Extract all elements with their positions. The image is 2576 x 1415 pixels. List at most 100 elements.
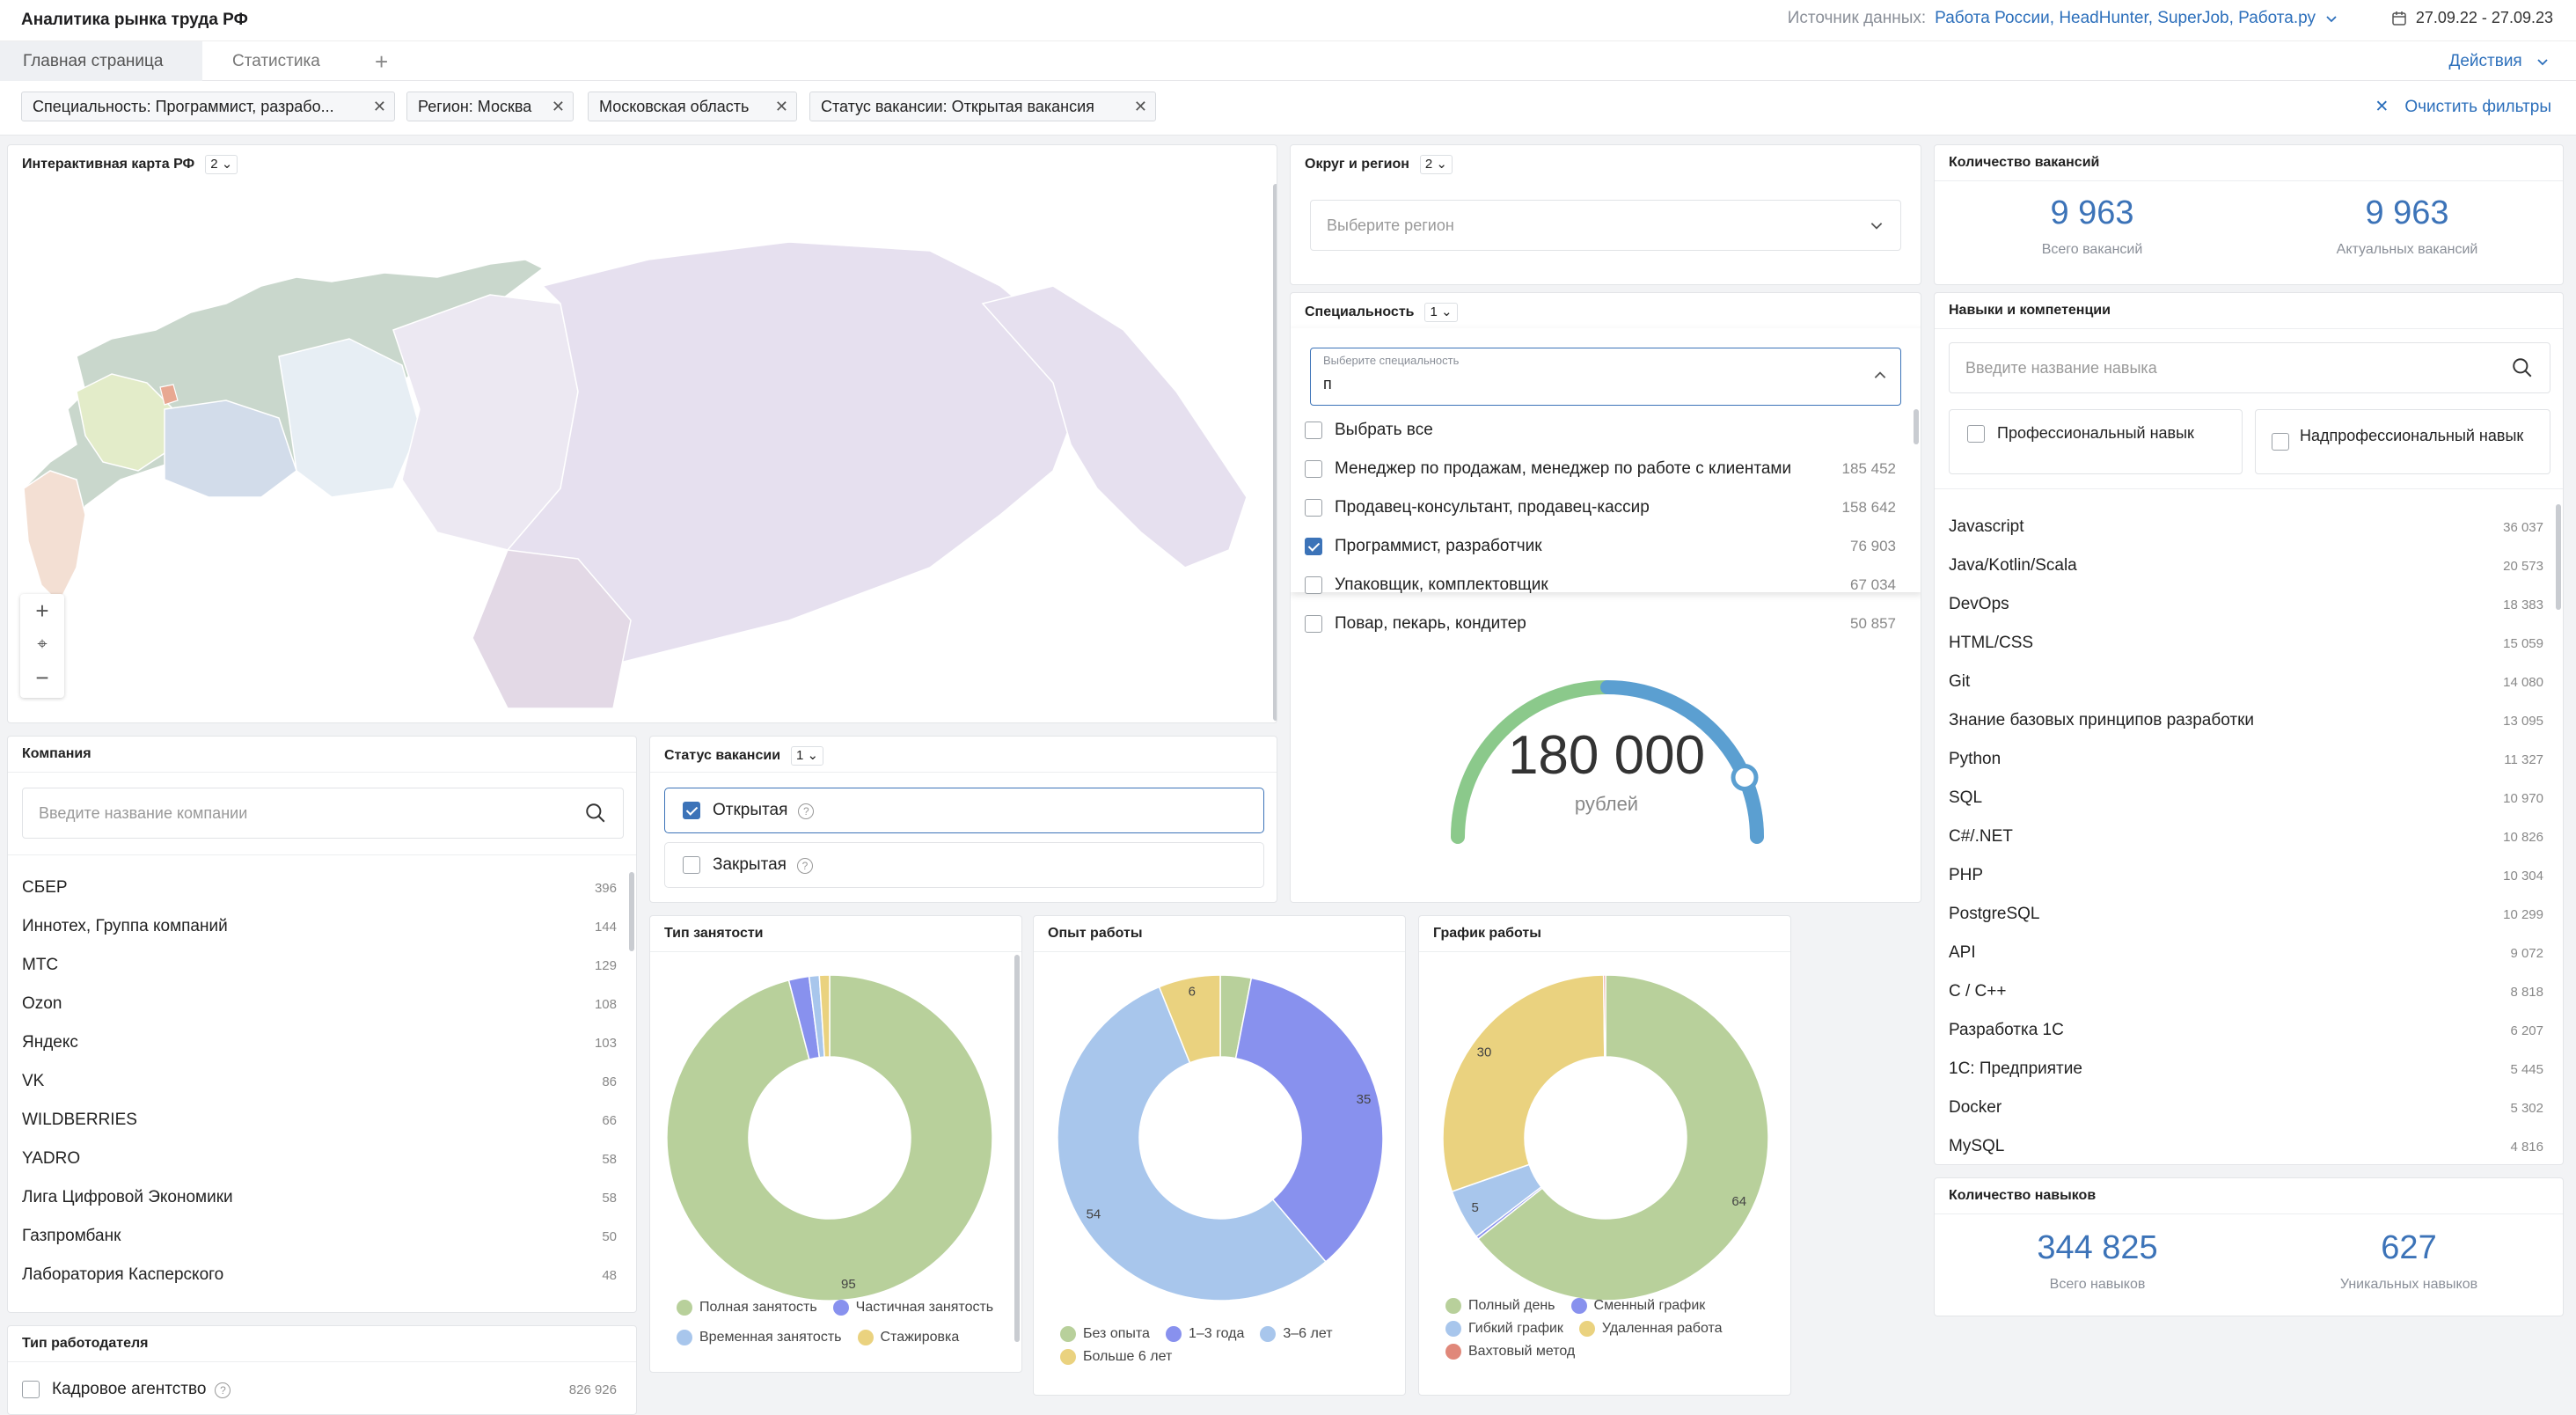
checkbox[interactable] — [1305, 498, 1322, 517]
checkbox[interactable] — [2272, 433, 2289, 451]
close-icon[interactable]: ✕ — [373, 92, 386, 121]
legend-item[interactable]: Без опыта — [1060, 1326, 1150, 1342]
region-select[interactable]: Выберите регион — [1310, 200, 1901, 251]
skill-item[interactable]: Разработка 1С 6 207 — [1949, 1011, 2543, 1050]
company-item[interactable]: Ozon 108 — [22, 985, 617, 1023]
specialty-select-all[interactable]: Выбрать все — [1305, 411, 1896, 450]
checkbox[interactable] — [1967, 425, 1985, 444]
map-scrollbar[interactable] — [1273, 184, 1277, 721]
skill-item[interactable]: Javascript 36 037 — [1949, 508, 2543, 546]
company-item[interactable]: Яндекс 103 — [22, 1023, 617, 1062]
checkbox[interactable] — [683, 855, 700, 874]
donut-slice[interactable] — [1602, 974, 1606, 1058]
skill-item[interactable]: C#/.NET 10 826 — [1949, 817, 2543, 856]
specialty-option[interactable]: Менеджер по продажам, менеджер по работе… — [1305, 450, 1896, 488]
legend-item[interactable]: Гибкий график — [1445, 1321, 1563, 1338]
company-item[interactable]: Лаборатория Касперского 48 — [22, 1256, 617, 1294]
skill-item[interactable]: MySQL 4 816 — [1949, 1127, 2543, 1164]
search-icon[interactable] — [584, 802, 607, 825]
donut-slice[interactable] — [1442, 974, 1606, 1192]
specialty-option[interactable]: Программист, разработчик 76 903 — [1305, 527, 1896, 566]
close-icon[interactable]: ✕ — [775, 92, 788, 121]
employment-type-donut[interactable]: 95 — [654, 962, 1006, 1314]
region-filter-badge[interactable]: 2 ⌄ — [1419, 155, 1453, 174]
map-filter-badge[interactable]: 2 ⌄ — [205, 155, 238, 174]
legend-item[interactable]: Удаленная работа — [1578, 1321, 1723, 1338]
skill-item[interactable]: Docker 5 302 — [1949, 1089, 2543, 1127]
skill-type-soft[interactable]: Надпрофессиональный навык — [2255, 409, 2550, 474]
skill-item[interactable]: DevOps 18 383 — [1949, 585, 2543, 624]
search-icon[interactable] — [2511, 356, 2534, 379]
skill-item[interactable]: PostgreSQL 10 299 — [1949, 895, 2543, 934]
specialty-filter-badge[interactable]: 1 ⌄ — [1424, 303, 1458, 322]
legend-item[interactable]: Полный день — [1445, 1298, 1555, 1314]
company-item[interactable]: Иннотех, Группа компаний 144 — [22, 907, 617, 946]
status-closed-option[interactable]: Закрытая? — [664, 842, 1264, 888]
tab-statistics[interactable]: Статистика — [209, 41, 343, 82]
tab-home[interactable]: Главная страница — [0, 41, 202, 82]
chart-scrollbar[interactable] — [1014, 955, 1020, 1342]
checkbox[interactable] — [22, 1380, 40, 1398]
checkbox[interactable] — [1305, 576, 1322, 594]
specialty-option[interactable]: Повар, пекарь, кондитер 50 857 — [1305, 605, 1896, 643]
skill-item[interactable]: Java/Kotlin/Scala 20 573 — [1949, 546, 2543, 585]
close-icon[interactable]: ✕ — [1134, 92, 1147, 121]
checkbox[interactable] — [1305, 614, 1322, 633]
checkbox[interactable] — [683, 801, 700, 819]
filter-chip-status[interactable]: Статус вакансии: Открытая вакансия ✕ — [809, 92, 1156, 121]
company-item[interactable]: YADRO 58 — [22, 1140, 617, 1178]
skill-item[interactable]: Git 14 080 — [1949, 663, 2543, 701]
close-icon[interactable]: ✕ — [552, 92, 565, 121]
date-range[interactable]: 27.09.22 - 27.09.23 — [2391, 9, 2553, 27]
skill-item[interactable]: HTML/CSS 15 059 — [1949, 624, 2543, 663]
checkbox[interactable] — [1305, 421, 1322, 439]
russia-map[interactable] — [15, 180, 1264, 717]
filter-chip-region[interactable]: Регион: Москва ✕ — [406, 92, 574, 121]
skill-item[interactable]: Знание базовых принципов разработки 13 09… — [1949, 701, 2543, 740]
specialty-option[interactable]: Упаковщик, комплектовщик 67 034 — [1305, 566, 1896, 605]
company-item[interactable]: СБЕР 396 — [22, 869, 617, 907]
company-item[interactable]: WILDBERRIES 66 — [22, 1101, 617, 1140]
map-region-south[interactable] — [23, 470, 86, 605]
company-item[interactable]: Газпромбанк 50 — [22, 1217, 617, 1256]
experience-donut[interactable]: 35 54 6 — [1044, 962, 1396, 1314]
checkbox[interactable] — [1305, 537, 1322, 555]
skill-item[interactable]: 1С: Предприятие 5 445 — [1949, 1050, 2543, 1089]
skills-search-input[interactable]: Введите название навыка — [1949, 342, 2550, 393]
company-item[interactable]: Лига Цифровой Экономики 58 — [22, 1178, 617, 1217]
clear-filters-button[interactable]: ✕ Очистить фильтры — [2375, 97, 2551, 117]
company-scrollbar[interactable] — [629, 872, 634, 951]
specialty-input[interactable]: Выберите специальность п — [1310, 348, 1901, 406]
specialty-option[interactable]: Продавец-консультант, продавец-кассир 158… — [1305, 488, 1896, 527]
specialty-scrollbar[interactable] — [1914, 409, 1919, 444]
zoom-out-icon[interactable]: − — [20, 661, 64, 694]
zoom-in-icon[interactable]: + — [20, 594, 64, 627]
skill-item[interactable]: API 9 072 — [1949, 934, 2543, 972]
legend-item[interactable]: Вахтовый метод — [1445, 1344, 1575, 1360]
locate-icon[interactable]: ⌖ — [20, 627, 64, 661]
company-search-input[interactable]: Введите название компании — [22, 788, 624, 839]
skill-item[interactable]: Python 11 327 — [1949, 740, 2543, 779]
add-tab-icon[interactable]: + — [352, 41, 411, 82]
actions-menu[interactable]: Действия — [2448, 41, 2550, 82]
legend-item[interactable]: Сменный график — [1570, 1298, 1705, 1314]
schedule-donut[interactable]: 64 5 30 — [1430, 962, 1782, 1314]
skill-type-professional[interactable]: Профессиональный навык — [1949, 409, 2243, 474]
legend-item[interactable]: Частичная занятость — [832, 1300, 993, 1323]
filter-chip-moscow-oblast[interactable]: Московская область ✕ — [588, 92, 797, 121]
employer-type-row[interactable]: Кадровое агентство? 826 926 — [22, 1370, 617, 1409]
legend-item[interactable]: Больше 6 лет — [1060, 1349, 1172, 1366]
filter-chip-specialty[interactable]: Специальность: Программист, разрабо... ✕ — [21, 92, 395, 121]
skill-item[interactable]: C / C++ 8 818 — [1949, 972, 2543, 1011]
data-source[interactable]: Источник данных: Работа России, HeadHunt… — [1788, 9, 2338, 28]
legend-item[interactable]: Полная занятость — [677, 1300, 817, 1323]
company-item[interactable]: МТС 129 — [22, 946, 617, 985]
checkbox[interactable] — [1305, 459, 1322, 478]
help-icon[interactable]: ? — [798, 803, 815, 819]
chevron-down-icon[interactable] — [2324, 11, 2338, 26]
legend-item[interactable]: 1–3 года — [1165, 1326, 1244, 1342]
skill-item[interactable]: SQL 10 970 — [1949, 779, 2543, 817]
company-item[interactable]: VK 86 — [22, 1062, 617, 1101]
legend-item[interactable]: Временная занятость — [677, 1330, 842, 1353]
skills-scrollbar[interactable] — [2556, 504, 2561, 610]
